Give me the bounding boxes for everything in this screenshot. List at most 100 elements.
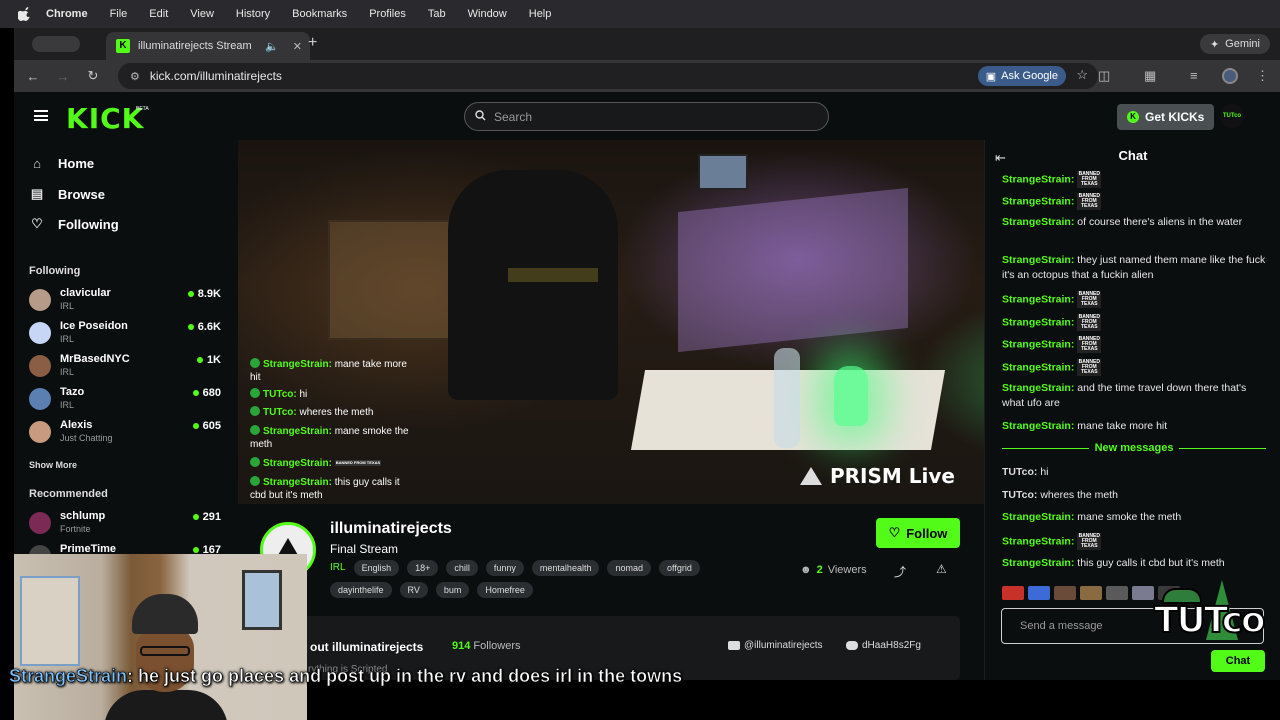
sidebar-channel-alexis[interactable]: Alexis Just Chatting 605 xyxy=(29,419,221,449)
divider-line xyxy=(1179,447,1267,449)
user-avatar[interactable]: TUTco xyxy=(1220,104,1244,128)
emote-icon[interactable] xyxy=(1106,586,1128,600)
ask-google-button[interactable]: ▣ Ask Google xyxy=(977,66,1066,86)
more-menu-icon[interactable]: ⋮ xyxy=(1256,68,1269,84)
address-bar[interactable]: ⚙ kick.com/illuminatirejects ▣ Ask Googl… xyxy=(118,63,1098,89)
tag[interactable]: chill xyxy=(446,559,478,576)
tag[interactable]: mentalhealth xyxy=(531,559,600,576)
chat-username[interactable]: TUTco: xyxy=(1002,466,1037,478)
sidebar-nav-home[interactable]: ⌂ Home xyxy=(30,156,94,171)
sidebar-channel-mrbasednyc[interactable]: MrBasedNYC IRL 1K xyxy=(29,353,221,383)
chat-text: mane take more hit xyxy=(1077,420,1168,432)
browser-tab-active[interactable]: K illuminatirejects Stream 🔈 ✕ xyxy=(106,32,310,60)
menu-bookmarks[interactable]: Bookmarks xyxy=(292,8,347,20)
emote-icon[interactable] xyxy=(1002,586,1024,600)
apple-icon[interactable] xyxy=(18,7,32,21)
emote-icon[interactable] xyxy=(1080,586,1102,600)
tutco-overlay-logo: TUTco xyxy=(1150,580,1267,670)
tag[interactable]: offgrid xyxy=(659,559,700,576)
chat-username[interactable]: StrangeStrain: xyxy=(1002,535,1074,547)
youtube-link[interactable]: @illuminatirejects xyxy=(728,640,823,651)
menu-app-name[interactable]: Chrome xyxy=(46,8,88,20)
chat-username[interactable]: StrangeStrain: xyxy=(1002,420,1074,432)
sidebar-nav-following[interactable]: ♡ Following xyxy=(30,216,118,232)
profile-avatar[interactable] xyxy=(1222,68,1238,84)
category-link[interactable]: IRL xyxy=(330,559,346,576)
kick-logo[interactable]: KICK xyxy=(66,102,144,135)
sidebar-channel-clavicular[interactable]: clavicular IRL 8.9K xyxy=(29,287,221,317)
prism-live-watermark: PRISM Live xyxy=(800,464,955,488)
tab-title: illuminatirejects Stream xyxy=(138,40,252,52)
bookmark-star-icon[interactable]: ☆ xyxy=(1076,67,1088,83)
menu-history[interactable]: History xyxy=(236,8,270,20)
follow-button[interactable]: ♡ Follow xyxy=(876,518,960,548)
menu-file[interactable]: File xyxy=(110,8,128,20)
site-settings-icon[interactable]: ⚙ xyxy=(130,70,140,83)
menu-help[interactable]: Help xyxy=(529,8,552,20)
tab-group-pill[interactable] xyxy=(32,36,80,52)
gemini-button[interactable]: ✦ Gemini xyxy=(1199,34,1270,54)
tag[interactable]: RV xyxy=(399,582,428,598)
chat-username[interactable]: StrangeStrain: xyxy=(1002,511,1074,523)
tag[interactable]: Homefree xyxy=(477,582,533,598)
reload-icon[interactable]: ↻ xyxy=(78,68,108,84)
chat-message: StrangeStrain: mane smoke the meth xyxy=(1002,510,1268,525)
extensions-icon[interactable]: ◫ xyxy=(1098,68,1110,84)
live-dot-icon xyxy=(192,547,199,553)
chat-username[interactable]: StrangeStrain: xyxy=(1002,338,1074,350)
video-player[interactable]: StrangeStrain: mane take more hit TUTco:… xyxy=(238,140,984,504)
avatar xyxy=(29,322,51,344)
ask-google-label: Ask Google xyxy=(1001,70,1058,82)
back-icon[interactable]: ← xyxy=(18,69,48,84)
menu-tab[interactable]: Tab xyxy=(428,8,446,20)
tag[interactable]: bum xyxy=(435,582,470,598)
chat-username[interactable]: StrangeStrain: xyxy=(1002,216,1074,228)
channel-category: IRL xyxy=(60,334,75,344)
chat-username[interactable]: StrangeStrain: xyxy=(1002,382,1074,394)
sidebar-nav-browse[interactable]: ▤ Browse xyxy=(30,186,105,202)
share-icon[interactable]: ⤴ xyxy=(894,563,906,580)
chat-username[interactable]: StrangeStrain: xyxy=(1002,293,1074,305)
tag[interactable]: dayinthelife xyxy=(330,582,392,598)
viewer-count: 1K xyxy=(196,354,221,366)
avatar xyxy=(29,512,51,534)
chat-username[interactable]: StrangeStrain: xyxy=(1002,173,1074,185)
tab-search-icon[interactable]: ▦ xyxy=(1144,68,1156,84)
chat-username[interactable]: StrangeStrain: xyxy=(1002,195,1074,207)
close-tab-icon[interactable]: ✕ xyxy=(293,40,302,53)
sidebar-channel-schlump[interactable]: schlump Fortnite 291 xyxy=(29,510,221,540)
chat-message: StrangeStrain: BANNED FROM TEXAS xyxy=(1002,359,1268,376)
get-kicks-button[interactable]: K Get KICKs xyxy=(1117,104,1215,130)
sidebar-channel-tazo[interactable]: Tazo IRL 680 xyxy=(29,386,221,416)
menu-profiles[interactable]: Profiles xyxy=(369,8,406,20)
discord-link[interactable]: dHaaH8s2Fg xyxy=(846,640,921,651)
chat-username[interactable]: StrangeStrain: xyxy=(1002,254,1074,266)
chat-username[interactable]: TUTco: xyxy=(1002,489,1037,501)
menu-window[interactable]: Window xyxy=(468,8,507,20)
chat-username[interactable]: StrangeStrain: xyxy=(1002,557,1074,569)
forward-icon[interactable]: → xyxy=(48,69,78,84)
new-tab-icon[interactable]: + xyxy=(308,34,317,52)
tag[interactable]: nomad xyxy=(607,559,651,576)
heart-icon: ♡ xyxy=(888,525,901,540)
menu-view[interactable]: View xyxy=(190,8,214,20)
show-more-link[interactable]: Show More xyxy=(29,460,77,470)
audio-icon[interactable]: 🔈 xyxy=(265,40,279,53)
emote-icon[interactable] xyxy=(1028,586,1050,600)
chat-username[interactable]: StrangeStrain: xyxy=(1002,361,1074,373)
media-icon[interactable]: ≡ xyxy=(1190,68,1198,83)
tag[interactable]: 18+ xyxy=(407,559,439,576)
tag[interactable]: funny xyxy=(485,559,524,576)
new-messages-divider[interactable]: New messages xyxy=(1002,442,1267,454)
report-warning-icon[interactable]: ⚠ xyxy=(936,562,947,576)
avatar xyxy=(29,388,51,410)
chat-username[interactable]: StrangeStrain: xyxy=(1002,316,1074,328)
menu-edit[interactable]: Edit xyxy=(149,8,168,20)
sidebar-channel-ice-poseidon[interactable]: Ice Poseidon IRL 6.6K xyxy=(29,320,221,350)
channel-name[interactable]: illuminatirejects xyxy=(330,520,452,538)
tag[interactable]: English xyxy=(353,559,400,576)
emote-icon[interactable] xyxy=(1054,586,1076,600)
banned-from-texas-emote: BANNED FROM TEXAS xyxy=(1077,291,1102,308)
search-input[interactable]: Search xyxy=(464,102,829,131)
hamburger-menu-icon[interactable] xyxy=(34,110,48,121)
